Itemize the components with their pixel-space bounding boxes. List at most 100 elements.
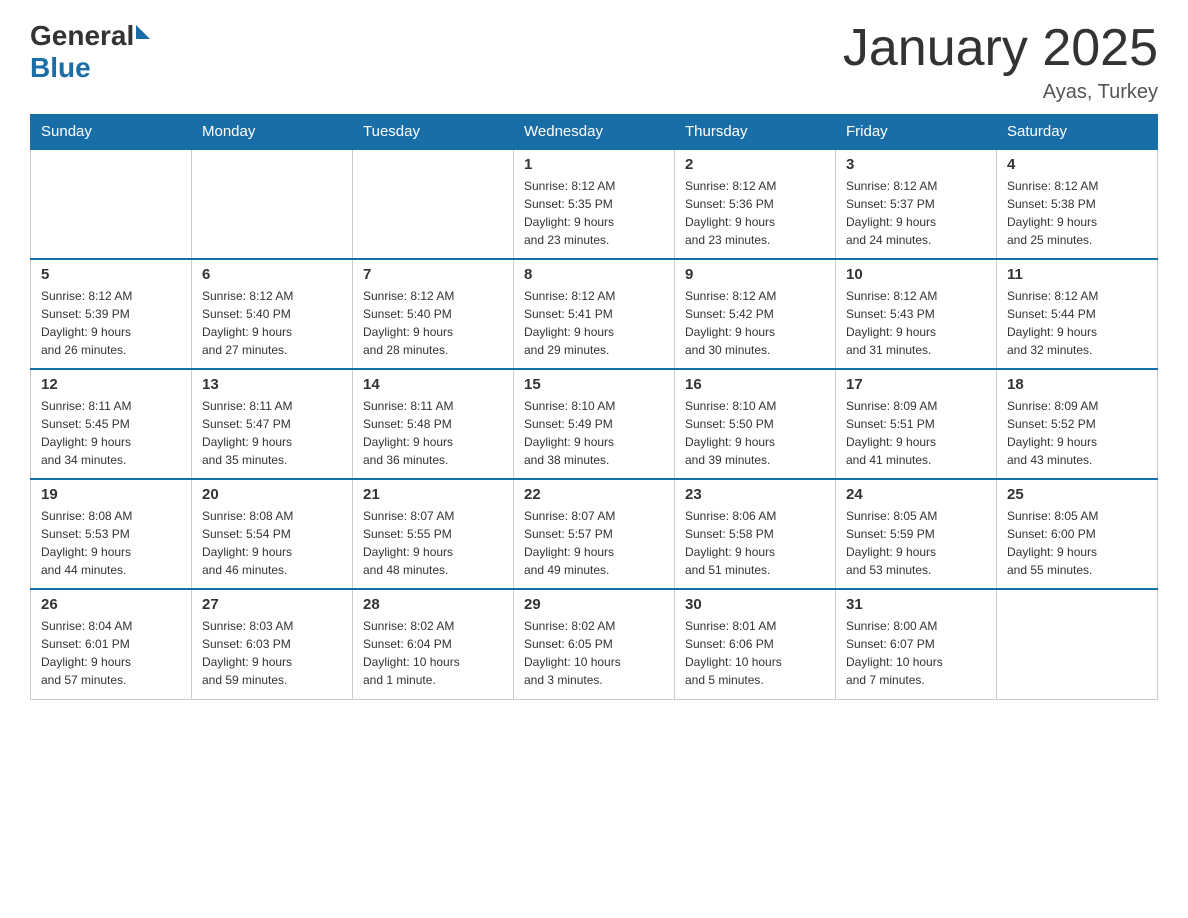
day-number: 26 — [41, 596, 181, 613]
day-info: Sunrise: 8:12 AMSunset: 5:44 PMDaylight:… — [1007, 287, 1147, 359]
day-info: Sunrise: 8:05 AMSunset: 5:59 PMDaylight:… — [846, 507, 986, 579]
col-header-wednesday: Wednesday — [514, 115, 675, 150]
day-number: 13 — [202, 376, 342, 393]
day-number: 15 — [524, 376, 664, 393]
calendar-cell: 24 Sunrise: 8:05 AMSunset: 5:59 PMDayligh… — [836, 479, 997, 589]
day-number: 30 — [685, 596, 825, 613]
calendar-week-row: 26 Sunrise: 8:04 AMSunset: 6:01 PMDayligh… — [31, 589, 1158, 699]
day-info: Sunrise: 8:10 AMSunset: 5:50 PMDaylight:… — [685, 397, 825, 469]
calendar-cell: 5 Sunrise: 8:12 AMSunset: 5:39 PMDaylight… — [31, 259, 192, 369]
calendar-cell — [192, 149, 353, 259]
calendar-cell: 28 Sunrise: 8:02 AMSunset: 6:04 PMDayligh… — [353, 589, 514, 699]
calendar-week-row: 19 Sunrise: 8:08 AMSunset: 5:53 PMDayligh… — [31, 479, 1158, 589]
col-header-monday: Monday — [192, 115, 353, 150]
logo-general-text: General — [30, 20, 134, 52]
day-info: Sunrise: 8:02 AMSunset: 6:04 PMDaylight:… — [363, 617, 503, 689]
day-number: 5 — [41, 266, 181, 283]
calendar-cell: 18 Sunrise: 8:09 AMSunset: 5:52 PMDayligh… — [997, 369, 1158, 479]
day-info: Sunrise: 8:09 AMSunset: 5:52 PMDaylight:… — [1007, 397, 1147, 469]
day-number: 4 — [1007, 156, 1147, 173]
day-info: Sunrise: 8:10 AMSunset: 5:49 PMDaylight:… — [524, 397, 664, 469]
calendar-cell: 11 Sunrise: 8:12 AMSunset: 5:44 PMDayligh… — [997, 259, 1158, 369]
calendar-cell: 2Sunrise: 8:12 AMSunset: 5:36 PMDaylight… — [675, 149, 836, 259]
day-info: Sunrise: 8:06 AMSunset: 5:58 PMDaylight:… — [685, 507, 825, 579]
col-header-friday: Friday — [836, 115, 997, 150]
calendar-cell: 1 Sunrise: 8:12 AMSunset: 5:35 PMDaylight… — [514, 149, 675, 259]
calendar-cell: 12 Sunrise: 8:11 AMSunset: 5:45 PMDayligh… — [31, 369, 192, 479]
day-number: 11 — [1007, 266, 1147, 283]
day-info: Sunrise: 8:12 AMSunset: 5:40 PMDaylight:… — [363, 287, 503, 359]
calendar-cell: 19 Sunrise: 8:08 AMSunset: 5:53 PMDayligh… — [31, 479, 192, 589]
day-info: Sunrise: 8:07 AMSunset: 5:55 PMDaylight:… — [363, 507, 503, 579]
day-info: Sunrise: 8:07 AMSunset: 5:57 PMDaylight:… — [524, 507, 664, 579]
day-number: 12 — [41, 376, 181, 393]
day-info: Sunrise: 8:11 AMSunset: 5:48 PMDaylight:… — [363, 397, 503, 469]
day-info: Sunrise: 8:12 AMSunset: 5:38 PMDaylight:… — [1007, 177, 1147, 249]
day-info: Sunrise: 8:02 AMSunset: 6:05 PMDaylight:… — [524, 617, 664, 689]
day-number: 28 — [363, 596, 503, 613]
day-info: Sunrise: 8:11 AMSunset: 5:47 PMDaylight:… — [202, 397, 342, 469]
calendar-week-row: 1 Sunrise: 8:12 AMSunset: 5:35 PMDaylight… — [31, 149, 1158, 259]
day-info: Sunrise: 8:12 AMSunset: 5:35 PMDaylight:… — [524, 177, 664, 249]
day-info: Sunrise: 8:12 AMSunset: 5:43 PMDaylight:… — [846, 287, 986, 359]
calendar-cell: 26 Sunrise: 8:04 AMSunset: 6:01 PMDayligh… — [31, 589, 192, 699]
day-info: Sunrise: 8:11 AMSunset: 5:45 PMDaylight:… — [41, 397, 181, 469]
col-header-thursday: Thursday — [675, 115, 836, 150]
day-number: 10 — [846, 266, 986, 283]
day-info: Sunrise: 8:05 AMSunset: 6:00 PMDaylight:… — [1007, 507, 1147, 579]
day-number: 20 — [202, 486, 342, 503]
calendar-cell: 6Sunrise: 8:12 AMSunset: 5:40 PMDaylight… — [192, 259, 353, 369]
calendar-header-row: SundayMondayTuesdayWednesdayThursdayFrid… — [31, 115, 1158, 150]
day-number: 27 — [202, 596, 342, 613]
calendar-cell — [31, 149, 192, 259]
page-header: General Blue January 2025 Ayas, Turkey — [30, 20, 1158, 104]
main-title: January 2025 — [843, 20, 1158, 77]
day-number: 9 — [685, 266, 825, 283]
title-section: January 2025 Ayas, Turkey — [843, 20, 1158, 104]
day-info: Sunrise: 8:09 AMSunset: 5:51 PMDaylight:… — [846, 397, 986, 469]
day-info: Sunrise: 8:12 AMSunset: 5:39 PMDaylight:… — [41, 287, 181, 359]
calendar-cell: 30Sunrise: 8:01 AMSunset: 6:06 PMDayligh… — [675, 589, 836, 699]
calendar-cell: 21Sunrise: 8:07 AMSunset: 5:55 PMDayligh… — [353, 479, 514, 589]
calendar-cell: 17 Sunrise: 8:09 AMSunset: 5:51 PMDayligh… — [836, 369, 997, 479]
day-info: Sunrise: 8:12 AMSunset: 5:37 PMDaylight:… — [846, 177, 986, 249]
day-number: 16 — [685, 376, 825, 393]
calendar-cell: 16 Sunrise: 8:10 AMSunset: 5:50 PMDayligh… — [675, 369, 836, 479]
calendar-cell: 20Sunrise: 8:08 AMSunset: 5:54 PMDayligh… — [192, 479, 353, 589]
day-number: 14 — [363, 376, 503, 393]
calendar-cell: 29 Sunrise: 8:02 AMSunset: 6:05 PMDayligh… — [514, 589, 675, 699]
day-number: 23 — [685, 486, 825, 503]
day-number: 3 — [846, 156, 986, 173]
calendar-cell: 27Sunrise: 8:03 AMSunset: 6:03 PMDayligh… — [192, 589, 353, 699]
day-info: Sunrise: 8:08 AMSunset: 5:53 PMDaylight:… — [41, 507, 181, 579]
col-header-sunday: Sunday — [31, 115, 192, 150]
day-number: 31 — [846, 596, 986, 613]
col-header-saturday: Saturday — [997, 115, 1158, 150]
calendar-cell: 3 Sunrise: 8:12 AMSunset: 5:37 PMDaylight… — [836, 149, 997, 259]
day-number: 24 — [846, 486, 986, 503]
calendar-cell: 4 Sunrise: 8:12 AMSunset: 5:38 PMDaylight… — [997, 149, 1158, 259]
logo-blue-text: Blue — [30, 52, 91, 84]
day-number: 17 — [846, 376, 986, 393]
day-number: 19 — [41, 486, 181, 503]
calendar-cell: 13 Sunrise: 8:11 AMSunset: 5:47 PMDayligh… — [192, 369, 353, 479]
calendar-cell: 14 Sunrise: 8:11 AMSunset: 5:48 PMDayligh… — [353, 369, 514, 479]
logo-arrow-icon — [136, 25, 150, 39]
calendar-week-row: 12 Sunrise: 8:11 AMSunset: 5:45 PMDayligh… — [31, 369, 1158, 479]
day-info: Sunrise: 8:12 AMSunset: 5:42 PMDaylight:… — [685, 287, 825, 359]
calendar-cell: 15 Sunrise: 8:10 AMSunset: 5:49 PMDayligh… — [514, 369, 675, 479]
logo-blue-part — [134, 27, 150, 45]
day-number: 18 — [1007, 376, 1147, 393]
day-number: 22 — [524, 486, 664, 503]
day-info: Sunrise: 8:04 AMSunset: 6:01 PMDaylight:… — [41, 617, 181, 689]
subtitle: Ayas, Turkey — [843, 81, 1158, 104]
calendar-cell — [997, 589, 1158, 699]
day-number: 29 — [524, 596, 664, 613]
day-number: 7 — [363, 266, 503, 283]
day-number: 25 — [1007, 486, 1147, 503]
calendar-cell: 8Sunrise: 8:12 AMSunset: 5:41 PMDaylight… — [514, 259, 675, 369]
day-number: 1 — [524, 156, 664, 173]
calendar-week-row: 5 Sunrise: 8:12 AMSunset: 5:39 PMDaylight… — [31, 259, 1158, 369]
calendar-cell — [353, 149, 514, 259]
day-info: Sunrise: 8:12 AMSunset: 5:36 PMDaylight:… — [685, 177, 825, 249]
